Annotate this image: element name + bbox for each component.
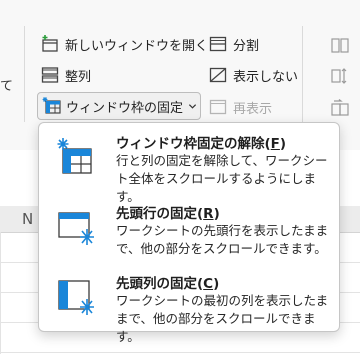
unfreeze-panes-title: ウィンドウ枠固定の解除(F): [116, 136, 287, 152]
freeze-top-row-item[interactable]: 先頭行の固定(R) ワークシートの先頭行を表示したままで、他の部分をスクロールで…: [39, 195, 339, 261]
unfreeze-panes-item[interactable]: ウィンドウ枠固定の解除(F) 行と列の固定を解除して、ワークシート全体をスクロー…: [39, 125, 339, 204]
ribbon-label-fragment: て: [0, 79, 14, 94]
freeze-panes-icon: [42, 97, 61, 114]
split-icon: [209, 36, 227, 52]
freeze-panes-button[interactable]: ウィンドウ枠の固定: [37, 92, 201, 120]
freeze-first-column-description: ワークシートの最初の列を表示したままで、他の部分をスクロールできます。: [116, 293, 329, 344]
view-side-by-side-icon[interactable]: [330, 36, 350, 56]
freeze-panes-label: ウィンドウ枠の固定: [66, 100, 184, 116]
hide-window-label: 表示しない: [233, 69, 299, 85]
reset-window-position-icon[interactable]: [330, 98, 350, 118]
freeze-panes-menu: ウィンドウ枠固定の解除(F) 行と列の固定を解除して、ワークシート全体をスクロー…: [38, 122, 340, 344]
freeze-top-row-icon: [58, 212, 94, 245]
new-window-button[interactable]: 新しいウィンドウを開く: [40, 33, 208, 55]
column-header-letter[interactable]: N: [22, 210, 33, 228]
ribbon-divider: [24, 26, 25, 122]
arrange-all-icon: [41, 67, 59, 83]
hide-window-button[interactable]: 表示しない: [208, 64, 298, 86]
freeze-first-column-item[interactable]: 先頭列の固定(C) ワークシートの最初の列を表示したままで、他の部分をスクロール…: [39, 265, 339, 344]
freeze-first-column-title: 先頭列の固定(C): [116, 276, 220, 292]
gridline: [0, 352, 360, 353]
arrange-all-button[interactable]: 整列: [40, 64, 91, 86]
freeze-top-row-title: 先頭行の固定(R): [116, 206, 220, 222]
freeze-first-column-icon: [58, 280, 94, 315]
hide-window-icon: [209, 67, 227, 83]
unhide-window-label: 再表示: [233, 101, 273, 117]
freeze-top-row-description: ワークシートの先頭行を表示したままで、他の部分をスクロールできます。: [116, 223, 329, 256]
unhide-window-icon: [209, 99, 227, 115]
unhide-window-button[interactable]: 再表示: [208, 96, 272, 118]
synchronous-scrolling-icon[interactable]: [330, 66, 350, 86]
new-window-icon: [42, 35, 58, 52]
new-window-label: 新しいウィンドウを開く: [65, 38, 209, 54]
split-button[interactable]: 分割: [208, 33, 259, 55]
unfreeze-panes-icon: [57, 138, 92, 174]
gridline: [0, 232, 1, 354]
split-label: 分割: [233, 38, 260, 54]
ribbon-divider: [302, 26, 303, 122]
arrange-all-label: 整列: [65, 69, 92, 85]
chevron-down-icon: [188, 103, 197, 109]
